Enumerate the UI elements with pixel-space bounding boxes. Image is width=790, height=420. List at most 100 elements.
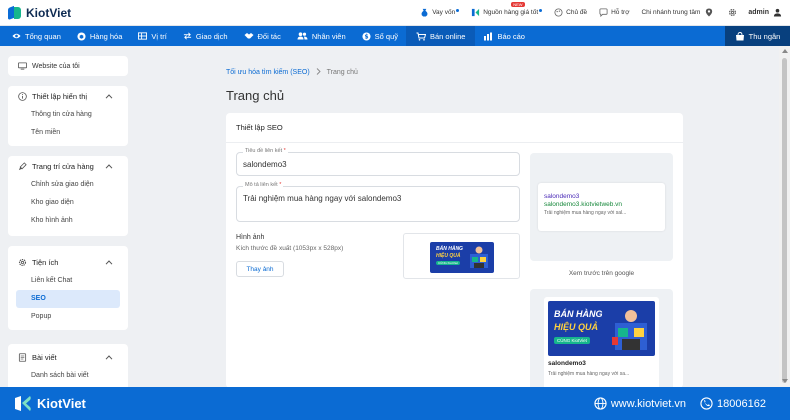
sidebar-item-domain[interactable]: Tên miền	[8, 124, 128, 142]
paint-brush-icon	[18, 161, 27, 170]
sidebar-item-image-store[interactable]: Kho hình ảnh	[8, 212, 128, 230]
footer-logo: KiotViet	[14, 395, 86, 412]
new-badge: NEW	[511, 2, 525, 7]
breadcrumb: Tối ưu hóa tìm kiếm (SEO) Trang chủ	[226, 68, 358, 77]
cashier-label: Thu ngân	[748, 31, 781, 41]
kiotviet-mark-icon	[471, 8, 480, 17]
branch-selector[interactable]: Chi nhánh trung tâm	[641, 8, 716, 17]
nav-staff[interactable]: Nhân viên	[289, 26, 354, 46]
change-image-button[interactable]: Thay ảnh	[236, 261, 284, 277]
sidebar-item-seo[interactable]: SEO	[16, 290, 120, 308]
breadcrumb-seo-link[interactable]: Tối ưu hóa tìm kiếm (SEO)	[226, 69, 310, 76]
support-link[interactable]: Hỗ trợ	[599, 8, 629, 17]
location-pin-icon	[704, 8, 713, 17]
swap-icon	[183, 32, 191, 40]
google-preview-card: salondemo3 salondemo3.kiotvietweb.vn Trả…	[538, 183, 665, 231]
nav-reports[interactable]: Báo cáo	[475, 26, 533, 46]
sidebar-item-theme-store[interactable]: Kho giao diện	[8, 194, 128, 212]
handshake-icon	[244, 33, 254, 39]
google-preview-caption: Xem trước trên google	[568, 270, 635, 277]
loan-link[interactable]: Vay vốn	[420, 8, 460, 17]
image-size-hint: Kích thước đề xuất (1053px x 528px)	[236, 245, 344, 252]
sidebar-item-popup[interactable]: Popup	[8, 308, 128, 326]
sidebar-item-chat-link[interactable]: Liên kết Chat	[8, 272, 128, 290]
chevron-up-icon	[105, 163, 113, 169]
chevron-up-icon	[105, 93, 113, 99]
sidebar-item-store-info[interactable]: Thông tin cửa hàng	[8, 106, 128, 124]
notification-dot	[539, 8, 543, 12]
banner-text: HIỆU QUẢ	[554, 322, 599, 332]
link-description-input[interactable]: Trải nghiệm mua hàng ngay với salondemo3	[237, 187, 519, 203]
seo-banner-image: BÁN HÀNG HIỆU QUẢ CÙNG KiotViet	[430, 242, 494, 273]
vertical-scrollbar[interactable]	[779, 46, 790, 386]
nav-location[interactable]: Vị trí	[130, 26, 174, 46]
settings-button[interactable]	[728, 8, 740, 17]
money-bag-icon	[420, 8, 429, 17]
sidebar-item-post-list[interactable]: Danh sách bài viết	[8, 367, 128, 385]
section-title: Thiết lập hiển thị	[32, 91, 88, 101]
eye-icon	[12, 33, 21, 39]
section-toggle-posts[interactable]: Bài viết	[8, 347, 128, 367]
supply-link[interactable]: Nguồn hàng giá tốt NEW	[471, 2, 543, 17]
svg-text:$: $	[364, 34, 368, 40]
main-nav: Tổng quan Hàng hóa Vị trí Giao dịch Đối …	[0, 26, 790, 46]
nav-transactions[interactable]: Giao dịch	[175, 26, 236, 46]
my-website-link[interactable]: Website của tôi	[8, 56, 128, 76]
link-description-field[interactable]: Mô tả liên kết * Trải nghiệm mua hàng ng…	[236, 182, 520, 222]
nav-label: Đối tác	[257, 31, 281, 41]
banner-text: BÁN HÀNG	[554, 309, 603, 319]
gear-icon	[18, 258, 27, 266]
loan-label: Vay vốn	[432, 9, 456, 16]
supply-label: Nguồn hàng giá tốt	[483, 9, 539, 16]
cart-icon	[416, 32, 426, 41]
footer-website-text: www.kiotviet.vn	[610, 397, 687, 410]
nav-label: Báo cáo	[497, 31, 525, 41]
nav-partners[interactable]: Đối tác	[236, 26, 289, 46]
info-icon	[18, 91, 27, 101]
nav-label: Sổ quỹ	[374, 31, 398, 41]
breadcrumb-current: Trang chủ	[326, 69, 358, 76]
chart-icon	[484, 32, 493, 40]
sidebar-section-display: Thiết lập hiển thị Thông tin cửa hàng Tê…	[8, 86, 128, 146]
social-preview-card: BÁN HÀNG HIỆU QUẢ CÙNG KiotViet salondem…	[544, 297, 659, 388]
whatsapp-phone-icon	[700, 397, 713, 410]
social-preview-description: Trải nghiệm mua hàng ngay với sa...	[548, 371, 630, 377]
section-toggle-decor[interactable]: Trang trí cửa hàng	[8, 156, 128, 176]
top-bar: KiotViet Vay vốn Nguồn hàng giá tốt NEW …	[0, 0, 790, 26]
nav-products[interactable]: Hàng hóa	[69, 26, 131, 46]
sidebar-section-posts: Bài viết Danh sách bài viết	[8, 344, 128, 387]
cashier-button[interactable]: Thu ngân	[725, 26, 790, 46]
seo-settings-card: Thiết lập SEO Tiêu đề liên kết * salonde…	[226, 113, 683, 388]
theme-link[interactable]: Chủ đề	[554, 8, 587, 17]
user-avatar-icon[interactable]	[773, 8, 782, 17]
section-toggle-display[interactable]: Thiết lập hiển thị	[8, 86, 128, 106]
link-title-input[interactable]: salondemo3	[237, 153, 519, 177]
nav-overview[interactable]: Tổng quan	[0, 26, 69, 46]
footer-banner: KiotViet www.kiotviet.vn 18006162	[0, 387, 790, 420]
google-preview-panel: salondemo3 salondemo3.kiotvietweb.vn Trả…	[530, 153, 673, 261]
footer-website: www.kiotviet.vn	[594, 397, 686, 410]
scroll-down-arrow-icon[interactable]	[782, 379, 788, 383]
seo-image-preview: BÁN HÀNG HIỆU QUẢ CÙNG KiotViet	[403, 233, 520, 279]
scrollbar-thumb[interactable]	[782, 58, 787, 383]
nav-label: Nhân viên	[311, 31, 346, 41]
app-logo[interactable]: KiotViet	[8, 5, 71, 20]
section-toggle-utilities[interactable]: Tiện ích	[8, 252, 128, 272]
nav-label: Vị trí	[151, 31, 167, 41]
sidebar-section-decor: Trang trí cửa hàng Chỉnh sửa giao diện K…	[8, 156, 128, 236]
google-preview-url: salondemo3.kiotvietweb.vn	[544, 201, 623, 208]
link-title-field[interactable]: Tiêu đề liên kết * salondemo3	[236, 148, 520, 177]
nav-online-sales[interactable]: Bán online	[406, 26, 476, 46]
chat-bubble-icon	[599, 8, 608, 17]
scroll-up-arrow-icon[interactable]	[782, 49, 788, 53]
sidebar-item-edit-theme[interactable]: Chỉnh sửa giao diện	[8, 176, 128, 194]
globe-icon	[594, 397, 607, 410]
image-label: Hình ảnh	[236, 234, 265, 241]
coin-icon: $	[362, 31, 371, 40]
nav-cashbook[interactable]: $ Sổ quỹ	[354, 26, 406, 46]
page-title: Trang chủ	[226, 88, 285, 103]
nav-label: Giao dịch	[195, 31, 228, 41]
user-name[interactable]: admin	[748, 9, 769, 16]
shopping-bag-icon	[735, 31, 744, 40]
shop-illustration-icon	[612, 310, 647, 350]
